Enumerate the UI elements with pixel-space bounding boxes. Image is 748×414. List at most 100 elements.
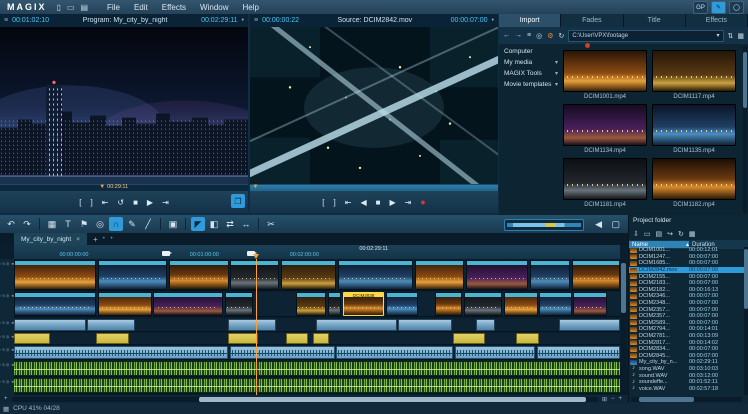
clip[interactable] <box>14 346 228 359</box>
pencil-icon[interactable]: ✎ <box>125 217 139 231</box>
timeline-vertical-scrollbar[interactable] <box>621 259 626 395</box>
clip[interactable] <box>415 260 465 290</box>
media-thumbnail[interactable] <box>652 158 736 200</box>
project-file-row[interactable]: DCIM2348...00:00:07:00 <box>629 300 744 307</box>
mark-in-button[interactable]: [ <box>79 198 81 207</box>
back-icon[interactable]: ← <box>503 32 510 40</box>
jump-start-button[interactable]: ⇤ <box>102 198 109 207</box>
clip[interactable] <box>476 319 495 331</box>
clip[interactable] <box>230 346 334 359</box>
workspace-badge-icon[interactable]: GP <box>693 1 708 14</box>
media-thumbnail[interactable] <box>652 50 736 92</box>
jump-end-button[interactable]: ⇥ <box>162 198 169 207</box>
refresh-icon[interactable]: ↻ <box>678 230 684 238</box>
project-file-row[interactable]: DCIM1247...00:00:07:00 <box>629 254 744 261</box>
clip[interactable] <box>539 292 572 316</box>
tab-import[interactable]: Import <box>499 14 561 27</box>
clip[interactable] <box>153 292 223 316</box>
forward-icon[interactable]: → <box>515 32 522 40</box>
monitor-menu-icon[interactable]: ≡ <box>4 17 8 24</box>
project-file-row[interactable]: DCIM2794...00:00:14:01 <box>629 326 744 333</box>
tree-item-computer[interactable]: Computer <box>499 46 561 57</box>
clip[interactable] <box>281 260 337 290</box>
lock-icon[interactable]: ▫ <box>0 293 1 317</box>
clip[interactable]: DCIM2838 <box>343 292 384 316</box>
magnet-icon[interactable]: ∩ <box>109 217 123 231</box>
timeline-horizontal-scrollbar[interactable] <box>12 397 598 402</box>
jump-end-button[interactable]: ⇥ <box>405 198 412 207</box>
lock-icon[interactable]: ▫ <box>0 347 1 360</box>
grid-view-icon[interactable]: ▦ <box>689 230 696 238</box>
clip[interactable] <box>453 333 486 344</box>
tree-item-movie-templates[interactable]: Movie templates▾ <box>499 79 561 90</box>
zoom-in-icon[interactable]: + <box>618 396 622 403</box>
project-file-row[interactable]: DCIM2182...00:00:16:13 <box>629 287 744 294</box>
clip[interactable] <box>98 260 168 290</box>
track-header-5[interactable]: ▫S◎◄ <box>1 346 13 360</box>
fit-icon[interactable]: ⊞ <box>602 396 607 403</box>
project-file-row[interactable]: My_city_by_n...00:02:29:11 <box>629 359 744 366</box>
program-scrub-marker[interactable]: ▼ 00:29:11 <box>99 184 128 191</box>
menu-item-effects[interactable]: Effects <box>155 3 193 12</box>
loop-button[interactable]: ↺ <box>117 198 124 207</box>
track-header-7[interactable]: ▫S◎◄ <box>1 378 13 394</box>
import-scrollbar[interactable] <box>743 46 747 213</box>
menu-item-window[interactable]: Window <box>193 3 235 12</box>
clip[interactable] <box>96 333 129 344</box>
undo-icon[interactable]: ↶ <box>4 217 18 231</box>
clip[interactable] <box>516 333 539 344</box>
film-icon[interactable]: ▤ <box>656 230 663 238</box>
group-icon[interactable]: ▣ <box>166 217 180 231</box>
power-icon[interactable]: ◯ <box>729 1 744 14</box>
new-folder-icon[interactable]: ▭ <box>644 230 651 238</box>
clip[interactable] <box>14 361 620 376</box>
title-icon[interactable]: T <box>61 217 75 231</box>
clip[interactable] <box>14 378 620 393</box>
clip[interactable] <box>228 319 276 331</box>
media-file[interactable]: DCIM1181.mp4 <box>563 158 647 212</box>
timeline-ruler[interactable]: 00:00:00:0000:01:00:0000:02:00:0000:02:2… <box>14 245 620 260</box>
menu-item-edit[interactable]: Edit <box>127 3 155 12</box>
play-button[interactable]: ▶ <box>389 198 395 207</box>
source-video-frame[interactable] <box>250 27 498 184</box>
clip[interactable] <box>559 319 620 331</box>
pointer-icon[interactable]: ◤ <box>191 217 205 231</box>
visibility-icon[interactable]: ◎ <box>6 347 10 360</box>
mark-out-button[interactable]: ] <box>334 198 336 207</box>
clip[interactable] <box>338 260 413 290</box>
chevron-down-icon[interactable]: ▾ <box>555 70 558 77</box>
lock-icon[interactable]: ▫ <box>0 362 1 377</box>
tab-title[interactable]: Title <box>624 14 686 27</box>
stretch-mode-icon[interactable]: ↔ <box>239 217 253 231</box>
project-file-row[interactable]: DCIM2845...00:00:07:00 <box>629 353 744 360</box>
project-file-row[interactable]: DCIM2834...00:00:07:00 <box>629 346 744 353</box>
swap-mode-icon[interactable]: ⇄ <box>223 217 237 231</box>
clip[interactable] <box>14 260 96 290</box>
save-project-icon[interactable]: ▤ <box>80 3 88 12</box>
scene-marker-icon[interactable] <box>162 251 170 256</box>
project-file-row[interactable]: ♪sound.WAV00:03:12:00 <box>629 372 744 379</box>
project-file-row[interactable]: DCIM1685...00:00:07:00 <box>629 260 744 267</box>
media-thumbnail[interactable] <box>563 50 647 92</box>
clip[interactable] <box>398 319 452 331</box>
clip[interactable] <box>14 292 96 316</box>
record-button[interactable]: ● <box>420 197 425 207</box>
fullscreen-button[interactable]: ❒ <box>231 194 245 208</box>
range-mode-icon[interactable]: ◧ <box>207 217 221 231</box>
open-project-icon[interactable]: ▭ <box>67 3 75 12</box>
project-file-row[interactable]: ♪voice.WAV00:02:57:18 <box>629 385 744 392</box>
add-track-button[interactable]: + <box>4 396 8 402</box>
redo-icon[interactable]: ↷ <box>20 217 34 231</box>
import-icon[interactable]: ⇩ <box>633 230 639 238</box>
mark-in-button[interactable]: [ <box>322 198 324 207</box>
clip[interactable] <box>435 292 462 316</box>
lock-icon[interactable]: ▫ <box>0 320 1 332</box>
edit-mode-icon[interactable]: ✎ <box>711 1 726 14</box>
trash-icon[interactable]: ▦ <box>45 217 59 231</box>
refresh-icon[interactable]: ↻ <box>558 32 564 40</box>
solo-icon[interactable]: S <box>2 334 5 345</box>
tab-effects[interactable]: Effects <box>686 14 748 27</box>
brush-icon[interactable]: ╱ <box>141 217 155 231</box>
clip[interactable] <box>336 346 453 359</box>
program-video-frame[interactable] <box>0 27 248 184</box>
